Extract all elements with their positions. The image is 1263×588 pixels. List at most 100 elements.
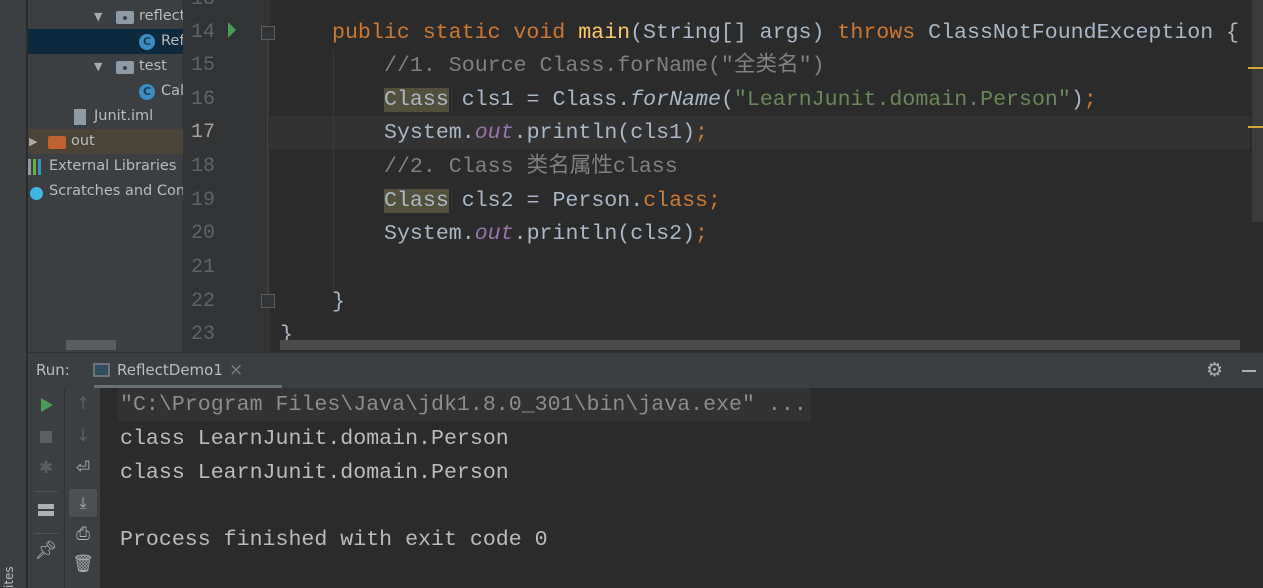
tree-item-junit-iml[interactable]: Junit.iml (28, 104, 183, 129)
tree-item-out[interactable]: ▶ out (28, 129, 183, 154)
settings-gear-icon[interactable]: ⚙ (1206, 359, 1223, 381)
tree-scrollbar[interactable] (66, 340, 116, 350)
code-token: cls1 = Class. (448, 88, 631, 112)
code-token: ; (695, 121, 708, 145)
class-icon: C (139, 84, 155, 100)
scratches-icon (30, 187, 43, 200)
up-arrow-icon[interactable]: ↑ (65, 394, 101, 414)
line-number: 18 (190, 155, 215, 178)
file-icon (74, 109, 86, 125)
collapse-arrow-icon[interactable]: ▶ (29, 129, 37, 154)
tree-item-label: Cal (161, 83, 183, 99)
stop-icon[interactable] (40, 431, 52, 443)
code-line: Class cls1 = Class.forName("LearnJunit.d… (384, 83, 1097, 117)
code-line: System.out.println(cls2); (384, 217, 708, 251)
tree-item-label: reflect (139, 8, 183, 24)
run-panel-header: Run: ReflectDemo1 × ⚙ (28, 352, 1263, 389)
code-token: ; (707, 189, 721, 213)
code-token: //1. Source Class.forName("全类名") (384, 54, 825, 78)
code-token: Class (384, 189, 449, 213)
soft-wrap-icon[interactable]: ⏎ (65, 458, 101, 478)
rerun-icon[interactable] (41, 398, 53, 412)
code-line: Class cls2 = Person.class; (384, 184, 721, 218)
code-token: (String[] args) (630, 21, 838, 45)
code-line: //1. Source Class.forName("全类名") (384, 49, 825, 83)
fold-line (267, 40, 268, 294)
code-line: System.out.println(cls1); (384, 116, 708, 150)
console-line: class LearnJunit.domain.Person (120, 461, 509, 485)
tree-item-test[interactable]: ▼ test (28, 54, 183, 79)
libraries-icon (28, 159, 44, 175)
code-token: throws (837, 21, 916, 45)
code-line: //2. Class 类名属性class (384, 150, 678, 184)
tree-item-label: Junit.iml (94, 108, 154, 124)
code-token: public static void (332, 21, 579, 45)
tree-item-label: External Libraries (49, 158, 177, 174)
line-number: 14 (190, 21, 215, 44)
code-token: forName (630, 88, 721, 112)
console-command-line: "C:\Program Files\Java\jdk1.8.0_301\bin\… (118, 388, 811, 422)
tree-item-ref[interactable]: C Ref (28, 29, 183, 54)
divider (34, 491, 58, 492)
line-number: 17 (190, 121, 215, 144)
editor-horizontal-scrollbar[interactable] (280, 340, 1240, 350)
editor-vertical-scrollbar[interactable] (1252, 0, 1263, 222)
fold-icon[interactable] (261, 26, 275, 40)
line-number: 23 (190, 323, 215, 346)
left-tool-strip: ites (0, 0, 27, 588)
run-label: Run: (36, 361, 70, 379)
run-tab-reflectdemo1[interactable]: ReflectDemo1 × (90, 353, 254, 389)
console-output[interactable]: "C:\Program Files\Java\jdk1.8.0_301\bin\… (100, 388, 1263, 588)
tree-item-cal[interactable]: C Cal (28, 79, 183, 104)
code-token: class (643, 189, 708, 213)
code-token: .println(cls2) (513, 222, 696, 246)
pin-icon[interactable]: 📌︎ (28, 540, 64, 561)
tree-item-label: test (139, 58, 167, 74)
code-editor[interactable]: public static void main(String[] args) t… (280, 0, 1250, 352)
debug-bug-icon[interactable]: ✱ (28, 458, 64, 478)
trash-icon[interactable]: 🗑︎ (65, 554, 101, 574)
warning-marker[interactable] (1248, 67, 1263, 69)
line-number: 13 (183, 0, 215, 17)
console-line: class LearnJunit.domain.Person (120, 427, 509, 451)
close-tab-icon[interactable]: × (229, 360, 243, 380)
expand-arrow-icon[interactable]: ▼ (94, 4, 102, 29)
code-token: main (578, 21, 631, 45)
code-token: .println(cls1) (513, 121, 696, 145)
code-token: } (332, 290, 345, 314)
fold-icon[interactable] (261, 294, 275, 308)
run-gutter-icon[interactable] (228, 22, 236, 38)
layout-icon[interactable] (38, 504, 54, 516)
line-number: 22 (190, 290, 215, 313)
favorites-tab[interactable]: ites (2, 566, 16, 588)
expand-arrow-icon[interactable]: ▼ (94, 54, 102, 79)
divider (34, 533, 58, 534)
tree-item-external-libraries[interactable]: External Libraries (28, 154, 183, 179)
tree-item-scratches[interactable]: Scratches and Con (28, 179, 183, 204)
code-token: "LearnJunit.domain.Person" (733, 88, 1071, 112)
code-token: ; (1083, 88, 1097, 112)
code-token: //2. Class 类名属性class (384, 155, 678, 179)
print-icon[interactable]: ⎙ (65, 524, 101, 544)
warning-marker[interactable] (1248, 126, 1263, 128)
line-number: 21 (190, 256, 215, 279)
code-token: out (474, 121, 514, 145)
package-icon (116, 11, 134, 24)
run-tab-label: ReflectDemo1 (117, 361, 223, 379)
code-token: ClassNotFoundException { (915, 21, 1240, 45)
run-toolbar-primary: ✱ 📌︎ (28, 388, 64, 588)
code-line: public static void main(String[] args) t… (332, 16, 1239, 50)
minimize-icon[interactable] (1242, 370, 1256, 372)
code-token: ; (695, 222, 708, 246)
folder-icon (48, 136, 66, 149)
code-token: ( (720, 88, 734, 112)
down-arrow-icon[interactable]: ↓ (65, 426, 101, 446)
project-tree: ▼ reflect C Ref ▼ test C Cal Junit.iml ▶… (28, 0, 183, 352)
run-toolbar-secondary: ↑ ↓ ⏎ ⤓ ⎙ 🗑︎ (64, 388, 100, 588)
scroll-to-end-icon[interactable]: ⤓ (69, 489, 97, 517)
tree-item-reflect[interactable]: ▼ reflect (28, 4, 183, 29)
code-token: cls2 = Person. (448, 189, 644, 213)
tree-item-label: Ref (161, 33, 183, 49)
line-number: 20 (190, 222, 215, 245)
tree-item-label: out (71, 133, 95, 149)
